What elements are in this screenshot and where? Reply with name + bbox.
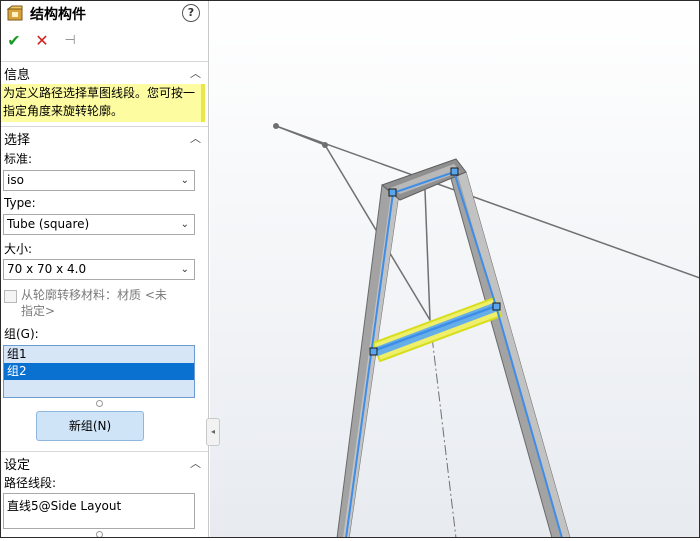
- group-item-1[interactable]: 组1: [4, 346, 194, 363]
- type-value: Tube (square): [7, 217, 90, 231]
- info-line-1: 为定义路径选择草图线段。您可按一: [3, 86, 196, 100]
- standard-dropdown[interactable]: iso ⌄: [3, 170, 195, 191]
- list-resize-handle[interactable]: [96, 531, 103, 538]
- sketch-line[interactable]: [275, 125, 326, 146]
- panel-collapse-handle[interactable]: ◂: [206, 418, 220, 446]
- path-line[interactable]: [495, 305, 563, 539]
- transfer-material-line-1: 从轮廓转移材料：材质 <未: [21, 288, 167, 302]
- help-icon[interactable]: ?: [182, 4, 200, 22]
- chevron-down-icon: ⌄: [180, 219, 189, 230]
- sketch-point[interactable]: [273, 123, 279, 129]
- type-dropdown[interactable]: Tube (square) ⌄: [3, 214, 195, 235]
- model-view[interactable]: [210, 0, 700, 539]
- standard-value: iso: [7, 173, 24, 187]
- path-segment-item[interactable]: 直线5@Side Layout: [7, 499, 121, 513]
- preview-member-face: [376, 302, 498, 356]
- info-message: 为定义路径选择草图线段。您可按一 指定角度来旋转轮廓。: [0, 84, 205, 122]
- selected-path-line[interactable]: [372, 304, 497, 353]
- settings-section-header[interactable]: 设定 ︿: [0, 451, 208, 473]
- list-resize-handle[interactable]: [96, 400, 103, 407]
- panel-titlebar: 结构构件 ?: [0, 0, 208, 26]
- right-member-face: [457, 172, 570, 538]
- transfer-material-checkbox[interactable]: [4, 290, 17, 303]
- structural-member-icon: [7, 5, 23, 21]
- standard-label: 标准:: [4, 152, 33, 166]
- size-dropdown[interactable]: 70 x 70 x 4.0 ⌄: [3, 259, 195, 280]
- chevron-down-icon: ⌄: [180, 264, 189, 275]
- groups-list[interactable]: 组1 组2: [3, 345, 195, 398]
- close-icon[interactable]: ✕: [33, 32, 51, 50]
- info-line-2: 指定角度来旋转轮廓。: [3, 104, 124, 118]
- sketch-endpoint[interactable]: [388, 188, 397, 197]
- pushpin-icon[interactable]: ⊣: [61, 32, 79, 50]
- chevron-up-icon[interactable]: ︿: [190, 65, 201, 81]
- group-item-2[interactable]: 组2: [4, 363, 194, 380]
- size-label: 大小:: [4, 242, 33, 256]
- check-icon[interactable]: ✔: [5, 32, 23, 50]
- path-segments-list[interactable]: 直线5@Side Layout: [3, 493, 195, 529]
- sketch-endpoint[interactable]: [450, 167, 459, 176]
- sketch-point[interactable]: [322, 142, 328, 148]
- new-group-button[interactable]: 新组(N): [36, 411, 144, 441]
- settings-section-title: 设定: [4, 458, 31, 473]
- chevron-up-icon[interactable]: ︿: [190, 130, 201, 146]
- path-segments-label: 路径线段:: [4, 476, 57, 490]
- property-manager-panel: 结构构件 ? ✔ ✕ ⊣ 信息 ︿ 为定义路径选择草图线段。您可按一 指定角度来…: [0, 0, 209, 538]
- size-value: 70 x 70 x 4.0: [7, 262, 87, 276]
- left-member-face: [343, 186, 400, 538]
- centerline[interactable]: [429, 319, 457, 539]
- chevron-down-icon: ⌄: [180, 175, 189, 186]
- sketch-line[interactable]: [424, 189, 431, 321]
- transfer-material-line-2: 指定>: [21, 304, 56, 318]
- type-label: Type:: [4, 196, 36, 210]
- transfer-material-label: 从轮廓转移材料：材质 <未 指定>: [21, 287, 191, 319]
- info-section-header[interactable]: 信息 ︿: [0, 61, 208, 83]
- selection-section-header[interactable]: 选择 ︿: [0, 126, 208, 148]
- info-section-title: 信息: [4, 68, 31, 83]
- sketch-endpoint[interactable]: [492, 302, 501, 311]
- chevron-up-icon[interactable]: ︿: [190, 455, 201, 471]
- path-line[interactable]: [345, 192, 394, 539]
- selection-section-title: 选择: [4, 133, 31, 148]
- panel-title: 结构构件: [30, 7, 86, 23]
- groups-label: 组(G):: [4, 327, 39, 341]
- panel-toolbar: ✔ ✕ ⊣: [0, 30, 208, 52]
- graphics-area[interactable]: [210, 0, 700, 539]
- sketch-endpoint[interactable]: [369, 347, 378, 356]
